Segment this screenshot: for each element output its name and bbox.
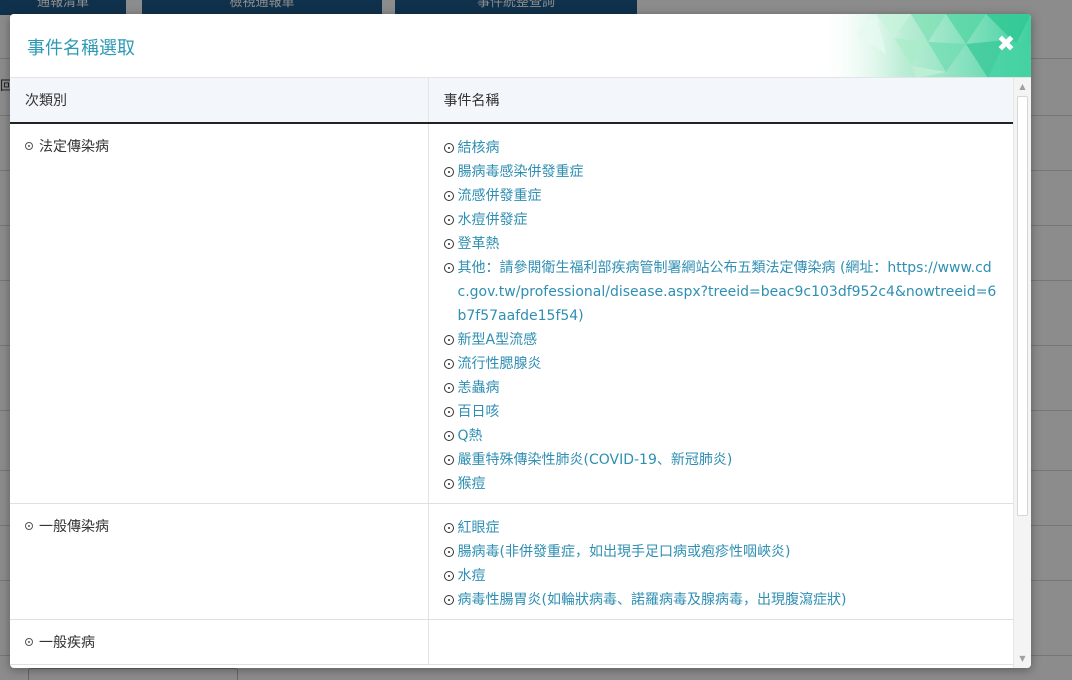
- table-row: 法定傳染病 結核病 腸病毒感染併發重症 流感併發重症 水痘併發症 登革熱 其他：請參閱衛生福…: [10, 123, 1013, 504]
- event-option-label[interactable]: 紅眼症: [458, 516, 500, 540]
- event-option[interactable]: 嚴重特殊傳染性肺炎(COVID-19、新冠肺炎): [443, 448, 1004, 472]
- table-header-row: 次類別 事件名稱: [10, 78, 1013, 124]
- event-option-label[interactable]: 嚴重特殊傳染性肺炎(COVID-19、新冠肺炎): [458, 448, 733, 472]
- event-option[interactable]: 紅眼症: [443, 516, 1004, 540]
- radio-circle-icon[interactable]: [443, 167, 454, 177]
- event-option-label[interactable]: 流行性腮腺炎: [458, 352, 542, 376]
- radio-circle-icon[interactable]: [443, 383, 454, 393]
- subcategory-label: 法定傳染病: [39, 139, 109, 155]
- event-option-label[interactable]: 新型A型流感: [458, 328, 538, 352]
- modal-scrollbar[interactable]: ▲ ▼: [1013, 78, 1031, 668]
- event-option[interactable]: 百日咳: [443, 400, 1004, 424]
- radio-circle-icon[interactable]: [443, 571, 454, 581]
- scroll-thumb[interactable]: [1017, 96, 1028, 516]
- event-option[interactable]: Q熱: [443, 424, 1004, 448]
- radio-dot-icon: [25, 638, 33, 646]
- subcategory-label: 一般疾病: [39, 635, 95, 651]
- event-option[interactable]: 猴痘: [443, 472, 1004, 496]
- table-row: 一般傳染病 紅眼症 腸病毒(非併發重症，如出現手足口病或疱疹性咽峽炎) 水痘 病毒性腸胃…: [10, 503, 1013, 620]
- event-option[interactable]: 新型A型流感: [443, 328, 1004, 352]
- event-option-label[interactable]: 腸病毒(非併發重症，如出現手足口病或疱疹性咽峽炎): [458, 540, 791, 564]
- radio-circle-icon[interactable]: [443, 547, 454, 557]
- modal-body: 次類別 事件名稱 法定傳染病 結核病 腸病毒感染併發重症 流感併發重症 水痘併發症 登革熱…: [10, 78, 1013, 668]
- scroll-down-arrow-icon[interactable]: ▼: [1014, 652, 1031, 666]
- radio-circle-icon[interactable]: [443, 431, 454, 441]
- table-row: 一般疾病: [10, 619, 1013, 665]
- radio-circle-icon[interactable]: [443, 191, 454, 201]
- event-names-cell: [428, 619, 1013, 665]
- column-header-event-name: 事件名稱: [428, 78, 1013, 124]
- event-names-cell: 結核病 腸病毒感染併發重症 流感併發重症 水痘併發症 登革熱 其他：請參閱衛生福利部疾病管…: [428, 123, 1013, 504]
- radio-circle-icon[interactable]: [443, 215, 454, 225]
- subcategory-cell: 法定傳染病: [10, 123, 429, 504]
- event-option[interactable]: 腸病毒(非併發重症，如出現手足口病或疱疹性咽峽炎): [443, 540, 1004, 564]
- event-option-label[interactable]: 腸病毒感染併發重症: [458, 160, 584, 184]
- event-option[interactable]: 結核病: [443, 136, 1004, 160]
- event-option-label[interactable]: 登革熱: [458, 232, 500, 256]
- event-option-label[interactable]: 恙蟲病: [458, 376, 500, 400]
- radio-dot-icon: [25, 522, 33, 530]
- event-option-label[interactable]: 結核病: [458, 136, 500, 160]
- radio-circle-icon[interactable]: [443, 595, 454, 605]
- radio-circle-icon[interactable]: [443, 239, 454, 249]
- event-option[interactable]: 腸病毒感染併發重症: [443, 160, 1004, 184]
- event-option[interactable]: 其他：請參閱衛生福利部疾病管制署網站公布五類法定傳染病 (網址：https://…: [443, 256, 1004, 328]
- close-button[interactable]: ✖: [995, 34, 1017, 56]
- subcategory-cell: 一般傳染病: [10, 503, 429, 620]
- radio-dot-icon: [25, 142, 33, 150]
- radio-circle-icon[interactable]: [443, 407, 454, 417]
- event-names-cell: 紅眼症 腸病毒(非併發重症，如出現手足口病或疱疹性咽峽炎) 水痘 病毒性腸胃炎(如輪狀…: [428, 503, 1013, 620]
- scroll-up-arrow-icon[interactable]: ▲: [1014, 80, 1031, 94]
- event-option[interactable]: 流感併發重症: [443, 184, 1004, 208]
- event-table: 次類別 事件名稱 法定傳染病 結核病 腸病毒感染併發重症 流感併發重症 水痘併發症 登革熱…: [10, 78, 1013, 665]
- subcategory-label: 一般傳染病: [39, 519, 109, 535]
- radio-circle-icon[interactable]: [443, 455, 454, 465]
- radio-circle-icon[interactable]: [443, 263, 454, 273]
- subcategory-cell: 一般疾病: [10, 619, 429, 665]
- column-header-subcategory: 次類別: [10, 78, 429, 124]
- radio-circle-icon[interactable]: [443, 359, 454, 369]
- radio-circle-icon[interactable]: [443, 479, 454, 489]
- event-option-label[interactable]: 流感併發重症: [458, 184, 542, 208]
- event-option-label[interactable]: 猴痘: [458, 472, 486, 496]
- event-option-label[interactable]: 水痘: [458, 564, 486, 588]
- event-option[interactable]: 水痘併發症: [443, 208, 1004, 232]
- event-option-label[interactable]: 百日咳: [458, 400, 500, 424]
- event-option[interactable]: 登革熱: [443, 232, 1004, 256]
- modal-title: 事件名稱選取: [27, 38, 135, 59]
- event-option[interactable]: 病毒性腸胃炎(如輪狀病毒、諾羅病毒及腺病毒，出現腹瀉症狀): [443, 588, 1004, 612]
- radio-circle-icon[interactable]: [443, 523, 454, 533]
- event-option-label[interactable]: 其他：請參閱衛生福利部疾病管制署網站公布五類法定傳染病 (網址：https://…: [458, 256, 1004, 328]
- event-option[interactable]: 流行性腮腺炎: [443, 352, 1004, 376]
- radio-circle-icon[interactable]: [443, 335, 454, 345]
- radio-circle-icon[interactable]: [443, 143, 454, 153]
- event-name-select-modal: 事件名稱選取 ✖ 次類別 事件名稱 法定傳染病 結核病 腸病毒感染併發重症 流感…: [10, 14, 1031, 668]
- event-option-label[interactable]: Q熱: [458, 424, 483, 448]
- event-option[interactable]: 水痘: [443, 564, 1004, 588]
- event-option-label[interactable]: 病毒性腸胃炎(如輪狀病毒、諾羅病毒及腺病毒，出現腹瀉症狀): [458, 588, 847, 612]
- event-option[interactable]: 恙蟲病: [443, 376, 1004, 400]
- modal-header: 事件名稱選取 ✖: [10, 14, 1031, 78]
- event-option-label[interactable]: 水痘併發症: [458, 208, 528, 232]
